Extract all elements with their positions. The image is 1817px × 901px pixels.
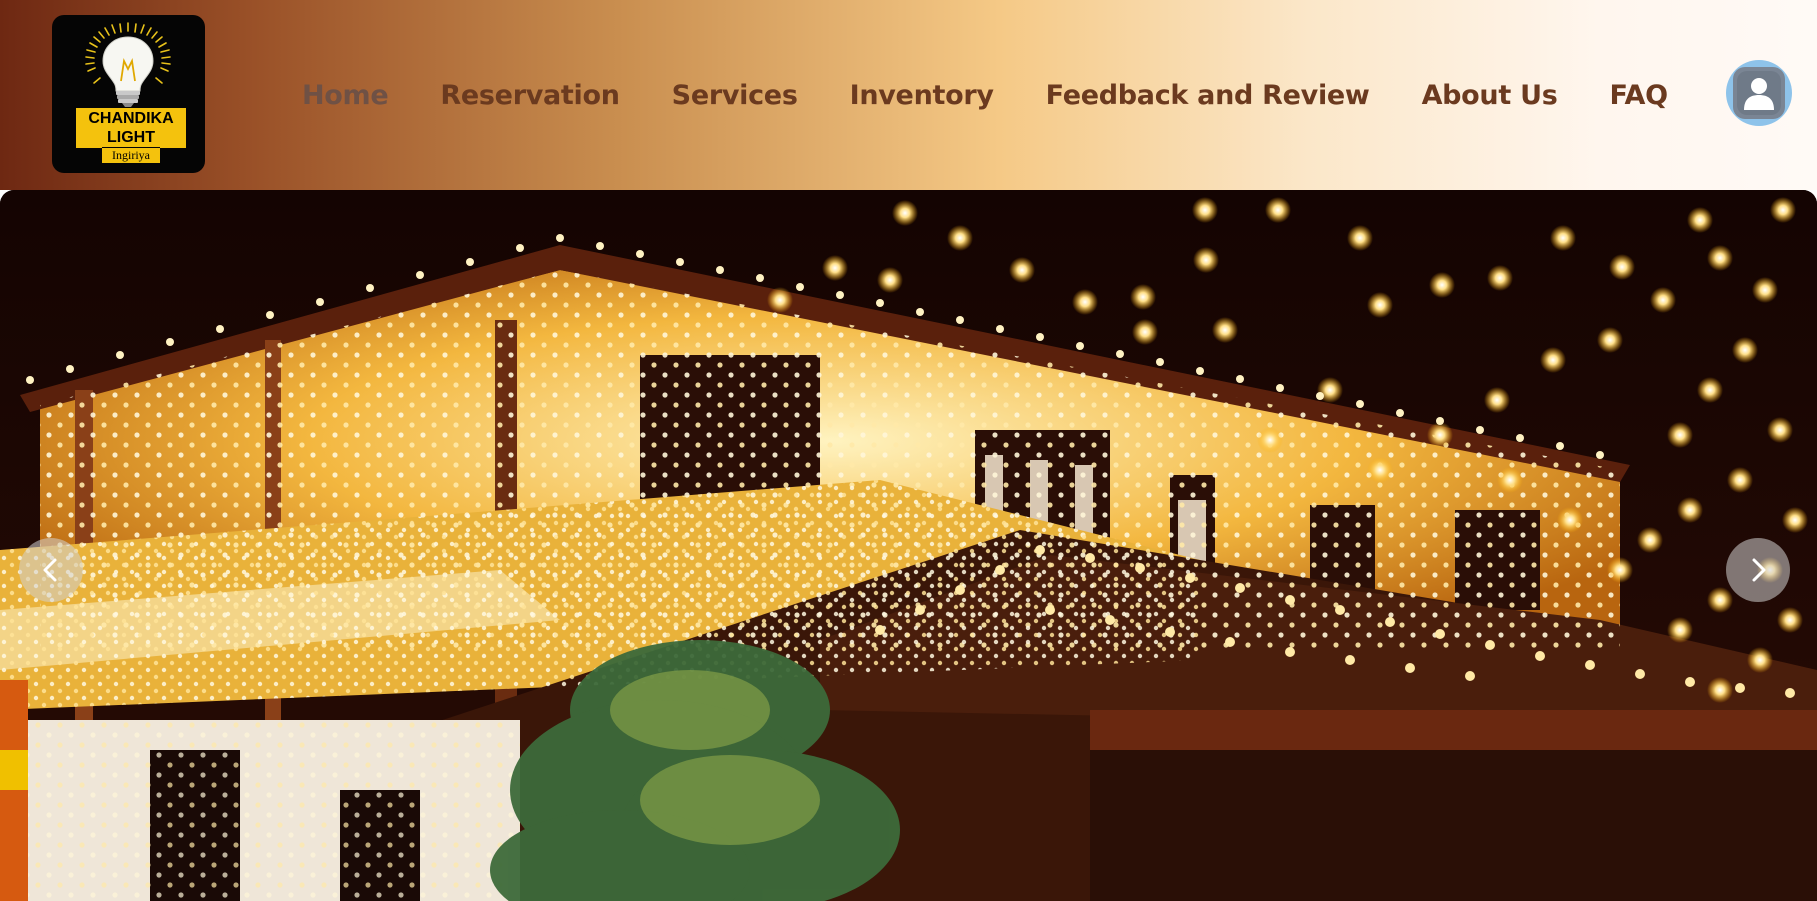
site-header: CHANDIKA LIGHT Ingiriya Home Reservation…	[0, 0, 1817, 190]
nav-home[interactable]: Home	[302, 80, 389, 111]
hero-carousel	[0, 190, 1817, 901]
nav-about-us[interactable]: About Us	[1422, 80, 1558, 111]
user-avatar-icon	[1733, 67, 1785, 119]
carousel-prev-button[interactable]	[19, 538, 83, 602]
nav-feedback-and-review[interactable]: Feedback and Review	[1046, 80, 1370, 111]
nav-faq[interactable]: FAQ	[1609, 80, 1668, 111]
logo-plate: CHANDIKA LIGHT Ingiriya	[76, 108, 186, 164]
main-nav: Home Reservation Services Inventory Feed…	[302, 75, 1668, 115]
slide-image	[0, 190, 1817, 901]
profile-button[interactable]	[1726, 60, 1792, 126]
chevron-left-icon	[43, 558, 57, 582]
carousel-next-button[interactable]	[1726, 538, 1790, 602]
logo-location: Ingiriya	[102, 147, 160, 163]
logo-name: CHANDIKA LIGHT	[76, 108, 186, 148]
nav-reservation[interactable]: Reservation	[440, 80, 620, 111]
logo[interactable]: CHANDIKA LIGHT Ingiriya	[52, 15, 205, 173]
nav-inventory[interactable]: Inventory	[850, 80, 994, 111]
nav-services[interactable]: Services	[672, 80, 798, 111]
chevron-right-icon	[1752, 558, 1766, 582]
